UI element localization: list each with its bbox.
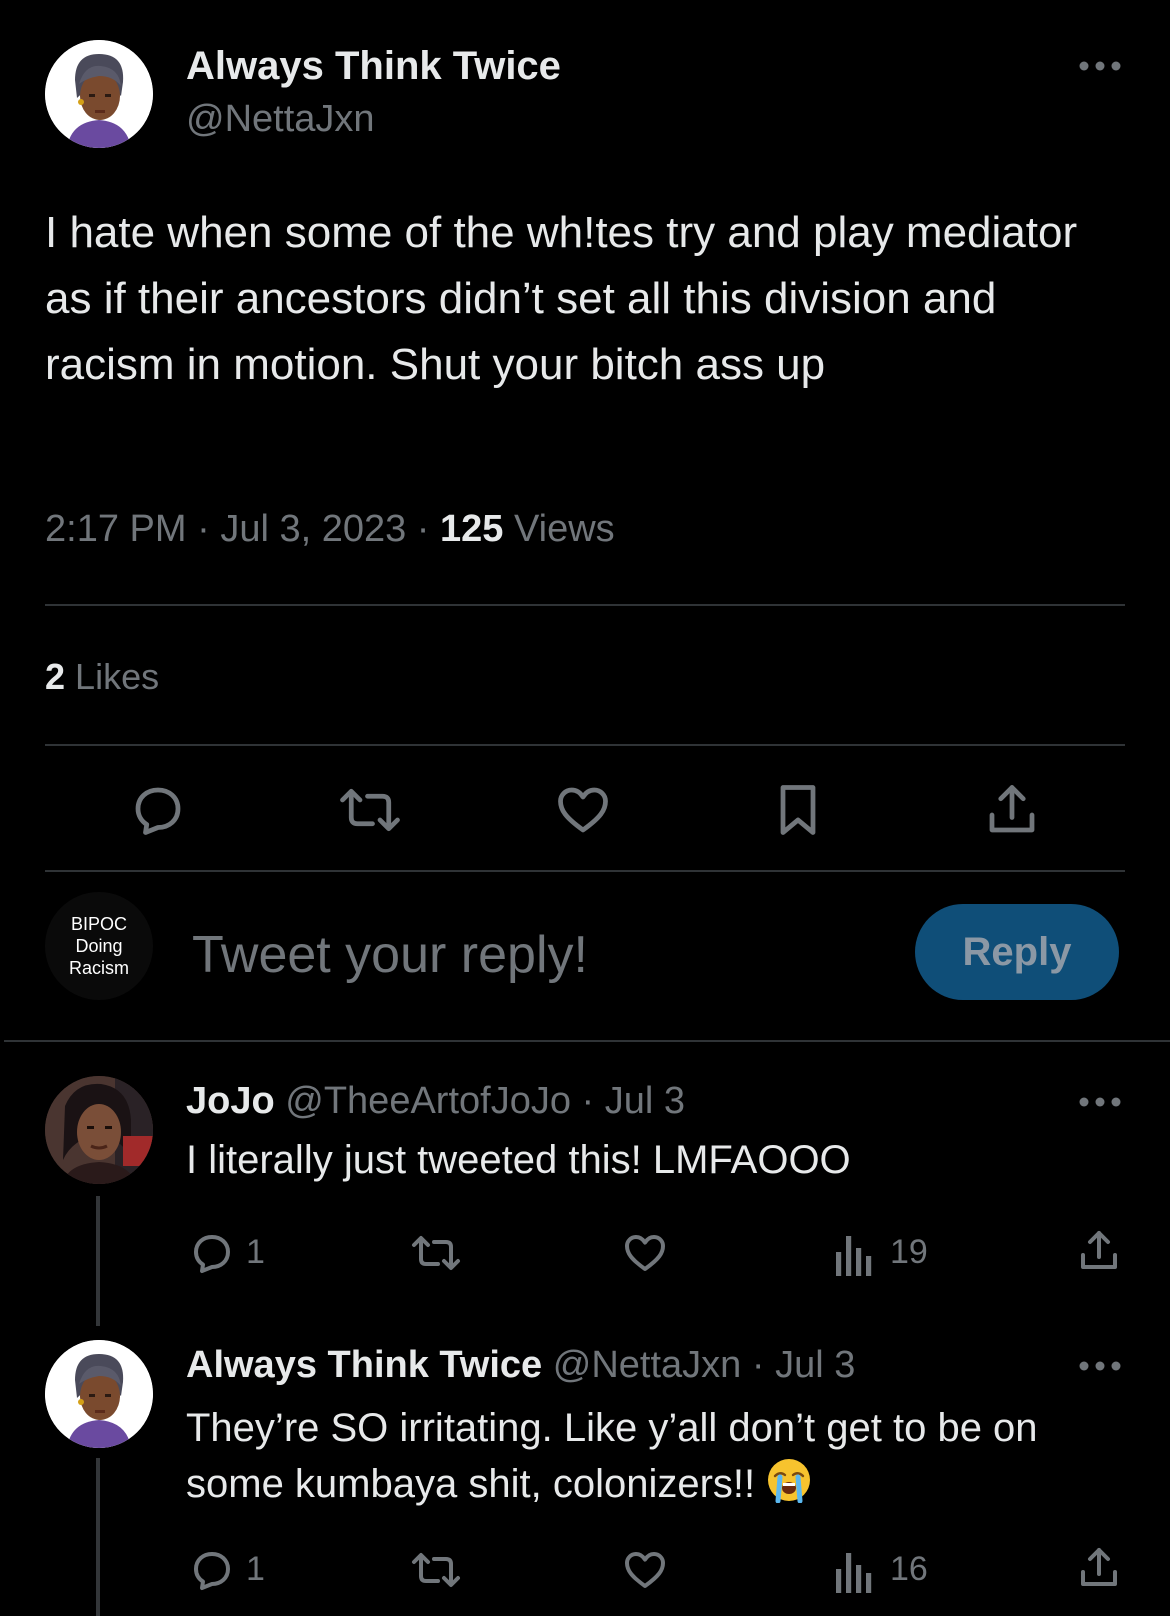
- reply-handle[interactable]: @NettaJxn: [553, 1344, 742, 1386]
- likes-label: Likes: [75, 656, 160, 697]
- reply-author-avatar[interactable]: [45, 1076, 153, 1184]
- reply-separator: ·: [581, 1080, 595, 1122]
- reply-header: JoJo @TheeArtofJoJo · Jul 3: [186, 1080, 685, 1123]
- reply-text: I literally just tweeted this! LMFAOOO: [186, 1138, 851, 1182]
- reply-date[interactable]: Jul 3: [775, 1344, 855, 1386]
- divider: [4, 1040, 1170, 1042]
- reply-text-line: They’re SO irritating. Like y’all don’t …: [186, 1406, 1038, 1450]
- like-icon[interactable]: [621, 1229, 669, 1277]
- reply-header: Always Think Twice @NettaJxn · Jul 3: [186, 1344, 855, 1387]
- tweet-meta: 2:17 PM · Jul 3, 2023 · 125 Views: [45, 508, 615, 551]
- tweet-text: I hate when some of the wh!tes try and p…: [45, 208, 1078, 389]
- thread-line: [96, 1196, 100, 1326]
- like-icon[interactable]: [553, 780, 613, 840]
- more-horizontal-icon[interactable]: [1078, 1358, 1122, 1374]
- retweet-icon[interactable]: [410, 1546, 462, 1594]
- like-icon[interactable]: [621, 1546, 669, 1594]
- more-horizontal-icon[interactable]: [1078, 1094, 1122, 1110]
- reply-icon[interactable]: [128, 780, 188, 840]
- share-icon[interactable]: [1075, 1544, 1123, 1592]
- author-handle[interactable]: @NettaJxn: [186, 98, 375, 141]
- reply-icon[interactable]: [188, 1229, 236, 1277]
- avatar-text-line: Doing: [75, 936, 123, 956]
- reply-display-name[interactable]: JoJo: [186, 1080, 275, 1122]
- reply-display-name[interactable]: Always Think Twice: [186, 1344, 542, 1386]
- retweet-icon[interactable]: [410, 1229, 462, 1277]
- divider: [45, 870, 1125, 872]
- reply-button[interactable]: Reply: [915, 904, 1119, 1000]
- thread-line: [96, 1458, 100, 1616]
- reply-text: They’re SO irritating. Like y’all don’t …: [186, 1400, 1146, 1518]
- author-display-name[interactable]: Always Think Twice: [186, 44, 561, 89]
- reply-input[interactable]: Tweet your reply!: [192, 925, 588, 985]
- share-icon[interactable]: [1075, 1227, 1123, 1275]
- share-icon[interactable]: [982, 780, 1042, 840]
- views-icon[interactable]: [834, 1549, 874, 1593]
- meta-separator: ·: [197, 508, 210, 550]
- divider: [45, 604, 1125, 606]
- meta-separator: ·: [416, 508, 430, 550]
- reply-count: 1: [246, 1550, 265, 1588]
- reply-handle[interactable]: @TheeArtofJoJo: [285, 1080, 571, 1122]
- views-count: 125: [440, 508, 504, 550]
- reply-separator: ·: [751, 1344, 765, 1386]
- bookmark-icon[interactable]: [768, 780, 828, 840]
- reply-date[interactable]: Jul 3: [605, 1080, 685, 1122]
- tweet-time[interactable]: 2:17 PM: [45, 508, 187, 550]
- likes-stat[interactable]: 2 Likes: [45, 656, 159, 698]
- author-avatar[interactable]: [45, 40, 153, 148]
- more-horizontal-icon[interactable]: [1078, 58, 1122, 74]
- tweet-date[interactable]: Jul 3, 2023: [220, 508, 406, 550]
- reply-icon[interactable]: [188, 1546, 236, 1594]
- retweet-icon[interactable]: [337, 780, 403, 840]
- current-user-avatar[interactable]: BIPOC Doing Racism: [45, 892, 153, 1000]
- reply-text-line-content: some kumbaya shit, colonizers!!: [186, 1462, 756, 1506]
- divider: [45, 744, 1125, 746]
- likes-count: 2: [45, 656, 66, 697]
- views-count: 16: [890, 1550, 928, 1588]
- avatar-text-line: Racism: [68, 958, 129, 978]
- reply-author-avatar[interactable]: [45, 1340, 153, 1448]
- views-count: 19: [890, 1233, 928, 1271]
- views-label: Views: [513, 508, 615, 550]
- crying-emoji: [766, 1457, 812, 1518]
- avatar-text-line: BIPOC: [70, 914, 127, 934]
- views-icon[interactable]: [834, 1232, 874, 1276]
- reply-count: 1: [246, 1233, 265, 1271]
- reply-text-line: some kumbaya shit, colonizers!!: [186, 1456, 1146, 1518]
